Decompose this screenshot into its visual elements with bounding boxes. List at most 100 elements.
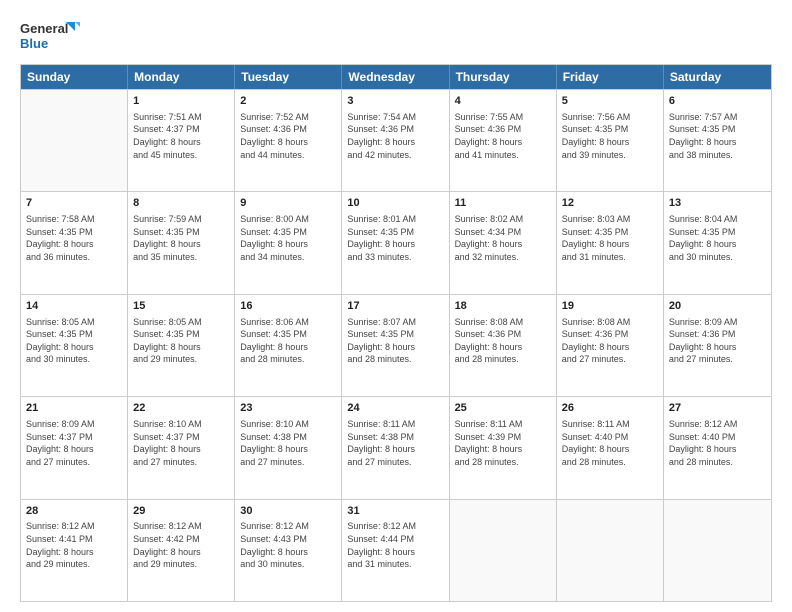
cell-day-number: 24 — [347, 401, 443, 416]
cell-info: Sunrise: 8:06 AM Sunset: 4:35 PM Dayligh… — [240, 316, 336, 366]
calendar-body: 1 Sunrise: 7:51 AM Sunset: 4:37 PM Daylig… — [21, 89, 771, 601]
cell-day-number: 31 — [347, 504, 443, 519]
cell-info: Sunrise: 8:08 AM Sunset: 4:36 PM Dayligh… — [562, 316, 658, 366]
cell-info: Sunrise: 8:12 AM Sunset: 4:43 PM Dayligh… — [240, 520, 336, 570]
calendar-cell: 21 Sunrise: 8:09 AM Sunset: 4:37 PM Dayli… — [21, 397, 128, 498]
weekday-header: Friday — [557, 65, 664, 89]
calendar-cell: 22 Sunrise: 8:10 AM Sunset: 4:37 PM Dayli… — [128, 397, 235, 498]
cell-day-number: 1 — [133, 94, 229, 109]
cell-info: Sunrise: 8:08 AM Sunset: 4:36 PM Dayligh… — [455, 316, 551, 366]
cell-day-number: 7 — [26, 196, 122, 211]
calendar-cell: 6 Sunrise: 7:57 AM Sunset: 4:35 PM Daylig… — [664, 90, 771, 191]
cell-info: Sunrise: 8:09 AM Sunset: 4:37 PM Dayligh… — [26, 418, 122, 468]
calendar-cell: 19 Sunrise: 8:08 AM Sunset: 4:36 PM Dayli… — [557, 295, 664, 396]
calendar-cell: 23Sunrise: 8:10 AM Sunset: 4:38 PM Dayli… — [235, 397, 342, 498]
calendar-cell: 7 Sunrise: 7:58 AM Sunset: 4:35 PM Daylig… — [21, 192, 128, 293]
logo: General Blue — [20, 18, 80, 54]
calendar-cell: 10Sunrise: 8:01 AM Sunset: 4:35 PM Dayli… — [342, 192, 449, 293]
cell-day-number: 11 — [455, 196, 551, 211]
cell-day-number: 16 — [240, 299, 336, 314]
weekday-header: Wednesday — [342, 65, 449, 89]
calendar-cell: 1 Sunrise: 7:51 AM Sunset: 4:37 PM Daylig… — [128, 90, 235, 191]
cell-day-number: 28 — [26, 504, 122, 519]
cell-day-number: 27 — [669, 401, 766, 416]
cell-info: Sunrise: 8:12 AM Sunset: 4:40 PM Dayligh… — [669, 418, 766, 468]
cell-day-number: 9 — [240, 196, 336, 211]
cell-info: Sunrise: 7:56 AM Sunset: 4:35 PM Dayligh… — [562, 111, 658, 161]
cell-day-number: 6 — [669, 94, 766, 109]
cell-day-number: 17 — [347, 299, 443, 314]
logo-svg: General Blue — [20, 18, 80, 54]
cell-day-number: 15 — [133, 299, 229, 314]
calendar-row: 1 Sunrise: 7:51 AM Sunset: 4:37 PM Daylig… — [21, 89, 771, 191]
cell-day-number: 20 — [669, 299, 766, 314]
cell-info: Sunrise: 7:51 AM Sunset: 4:37 PM Dayligh… — [133, 111, 229, 161]
calendar-cell: 11 Sunrise: 8:02 AM Sunset: 4:34 PM Dayli… — [450, 192, 557, 293]
cell-day-number: 12 — [562, 196, 658, 211]
cell-info: Sunrise: 8:03 AM Sunset: 4:35 PM Dayligh… — [562, 213, 658, 263]
cell-day-number: 21 — [26, 401, 122, 416]
calendar-cell: 16 Sunrise: 8:06 AM Sunset: 4:35 PM Dayli… — [235, 295, 342, 396]
cell-day-number: 22 — [133, 401, 229, 416]
calendar-cell: 26Sunrise: 8:11 AM Sunset: 4:40 PM Dayli… — [557, 397, 664, 498]
cell-info: Sunrise: 7:58 AM Sunset: 4:35 PM Dayligh… — [26, 213, 122, 263]
cell-info: Sunrise: 8:02 AM Sunset: 4:34 PM Dayligh… — [455, 213, 551, 263]
cell-info: Sunrise: 8:04 AM Sunset: 4:35 PM Dayligh… — [669, 213, 766, 263]
calendar: SundayMondayTuesdayWednesdayThursdayFrid… — [20, 64, 772, 602]
cell-day-number: 3 — [347, 94, 443, 109]
cell-info: Sunrise: 8:10 AM Sunset: 4:37 PM Dayligh… — [133, 418, 229, 468]
calendar-cell: 9 Sunrise: 8:00 AM Sunset: 4:35 PM Daylig… — [235, 192, 342, 293]
cell-day-number: 8 — [133, 196, 229, 211]
cell-day-number: 14 — [26, 299, 122, 314]
calendar-cell: 18Sunrise: 8:08 AM Sunset: 4:36 PM Dayli… — [450, 295, 557, 396]
calendar-cell: 4Sunrise: 7:55 AM Sunset: 4:36 PM Daylig… — [450, 90, 557, 191]
cell-info: Sunrise: 8:11 AM Sunset: 4:38 PM Dayligh… — [347, 418, 443, 468]
cell-info: Sunrise: 7:59 AM Sunset: 4:35 PM Dayligh… — [133, 213, 229, 263]
calendar-cell — [450, 500, 557, 601]
cell-day-number: 10 — [347, 196, 443, 211]
cell-info: Sunrise: 8:12 AM Sunset: 4:44 PM Dayligh… — [347, 520, 443, 570]
calendar-cell: 5 Sunrise: 7:56 AM Sunset: 4:35 PM Daylig… — [557, 90, 664, 191]
header: General Blue — [20, 18, 772, 54]
calendar-cell: 15 Sunrise: 8:05 AM Sunset: 4:35 PM Dayli… — [128, 295, 235, 396]
weekday-header: Sunday — [21, 65, 128, 89]
cell-day-number: 25 — [455, 401, 551, 416]
weekday-header: Saturday — [664, 65, 771, 89]
page: General Blue SundayMondayTuesdayWednesda… — [0, 0, 792, 612]
cell-day-number: 29 — [133, 504, 229, 519]
cell-day-number: 30 — [240, 504, 336, 519]
calendar-cell: 12 Sunrise: 8:03 AM Sunset: 4:35 PM Dayli… — [557, 192, 664, 293]
cell-day-number: 2 — [240, 94, 336, 109]
cell-info: Sunrise: 7:54 AM Sunset: 4:36 PM Dayligh… — [347, 111, 443, 161]
cell-info: Sunrise: 7:52 AM Sunset: 4:36 PM Dayligh… — [240, 111, 336, 161]
weekday-header: Monday — [128, 65, 235, 89]
calendar-cell: 24 Sunrise: 8:11 AM Sunset: 4:38 PM Dayli… — [342, 397, 449, 498]
cell-info: Sunrise: 8:11 AM Sunset: 4:40 PM Dayligh… — [562, 418, 658, 468]
calendar-cell — [557, 500, 664, 601]
cell-info: Sunrise: 7:57 AM Sunset: 4:35 PM Dayligh… — [669, 111, 766, 161]
calendar-header: SundayMondayTuesdayWednesdayThursdayFrid… — [21, 65, 771, 89]
calendar-cell: 20 Sunrise: 8:09 AM Sunset: 4:36 PM Dayli… — [664, 295, 771, 396]
calendar-cell: 27 Sunrise: 8:12 AM Sunset: 4:40 PM Dayli… — [664, 397, 771, 498]
calendar-row: 21 Sunrise: 8:09 AM Sunset: 4:37 PM Dayli… — [21, 396, 771, 498]
cell-info: Sunrise: 8:09 AM Sunset: 4:36 PM Dayligh… — [669, 316, 766, 366]
cell-info: Sunrise: 8:12 AM Sunset: 4:42 PM Dayligh… — [133, 520, 229, 570]
cell-day-number: 13 — [669, 196, 766, 211]
calendar-cell: 14 Sunrise: 8:05 AM Sunset: 4:35 PM Dayli… — [21, 295, 128, 396]
cell-info: Sunrise: 8:05 AM Sunset: 4:35 PM Dayligh… — [133, 316, 229, 366]
cell-info: Sunrise: 8:00 AM Sunset: 4:35 PM Dayligh… — [240, 213, 336, 263]
cell-day-number: 5 — [562, 94, 658, 109]
cell-info: Sunrise: 8:05 AM Sunset: 4:35 PM Dayligh… — [26, 316, 122, 366]
calendar-cell: 3 Sunrise: 7:54 AM Sunset: 4:36 PM Daylig… — [342, 90, 449, 191]
calendar-cell: 8 Sunrise: 7:59 AM Sunset: 4:35 PM Daylig… — [128, 192, 235, 293]
calendar-cell: 13 Sunrise: 8:04 AM Sunset: 4:35 PM Dayli… — [664, 192, 771, 293]
weekday-header: Thursday — [450, 65, 557, 89]
calendar-row: 28Sunrise: 8:12 AM Sunset: 4:41 PM Dayli… — [21, 499, 771, 601]
cell-info: Sunrise: 8:11 AM Sunset: 4:39 PM Dayligh… — [455, 418, 551, 468]
cell-day-number: 23 — [240, 401, 336, 416]
weekday-header: Tuesday — [235, 65, 342, 89]
cell-day-number: 19 — [562, 299, 658, 314]
calendar-cell: 30Sunrise: 8:12 AM Sunset: 4:43 PM Dayli… — [235, 500, 342, 601]
calendar-cell — [21, 90, 128, 191]
cell-info: Sunrise: 8:12 AM Sunset: 4:41 PM Dayligh… — [26, 520, 122, 570]
